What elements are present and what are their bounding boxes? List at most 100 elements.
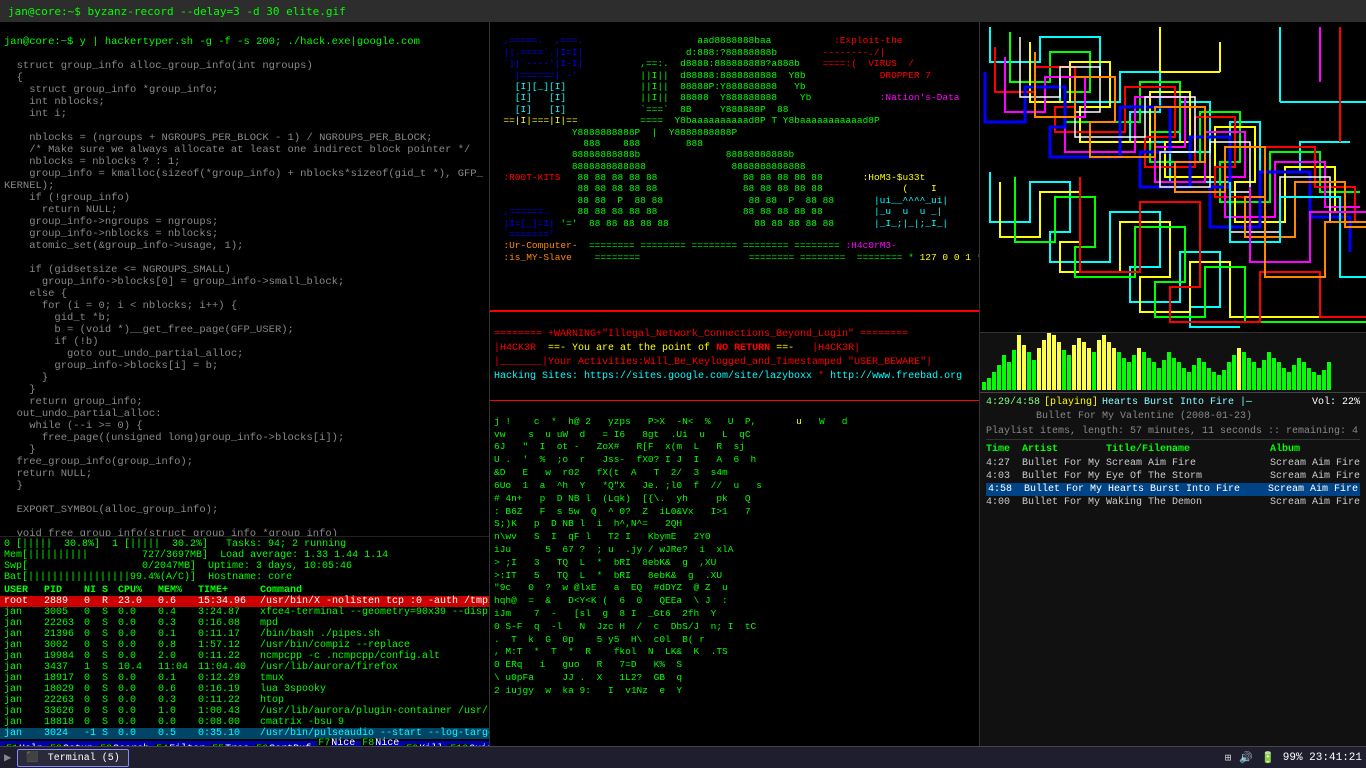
htop-process-row: jan34371S10.411:0411:04.40/usr/lib/auror… [0, 662, 489, 673]
vol-bar [1007, 362, 1011, 390]
now-playing-row: 4:29/4:58 [playing] Hearts Burst Into Fi… [986, 397, 1360, 408]
vol-bar [1282, 368, 1286, 390]
vol-bar [1152, 362, 1156, 390]
vol-bar [1237, 348, 1241, 390]
vol-bar [1067, 355, 1071, 390]
vol-bar [1302, 362, 1306, 390]
vol-bar [1272, 358, 1276, 390]
proc-cpu: 23.0 [118, 596, 156, 607]
terminal-prompt: jan@core:~$ y | hackertyper.sh -g -f -s … [4, 36, 420, 48]
vol-bar [1257, 368, 1261, 390]
track-album: Scream Aim Fire [1270, 458, 1360, 469]
vol-bar [1062, 350, 1066, 390]
vol-bar [1097, 340, 1101, 390]
track-title: Waking The Demon [1106, 497, 1266, 508]
taskbar-terminal[interactable]: ⬛ Terminal (5) [17, 749, 128, 767]
vol-bar [1267, 352, 1271, 390]
vol-bar [1177, 362, 1181, 390]
vol-bar [1192, 365, 1196, 390]
vol-bar [1147, 358, 1151, 390]
vol-bar [1142, 352, 1146, 390]
terminal-display: jan@core:~$ y | hackertyper.sh -g -f -s … [0, 22, 489, 536]
htop-process-row: jan189170S0.00.10:12.29tmux [0, 673, 489, 684]
vol-bar [1297, 358, 1301, 390]
vol-bar [1122, 358, 1126, 390]
htop-process-list: USER PID NI S CPU% MEM% TIME+ Command ro… [0, 585, 489, 739]
vol-bar [1132, 355, 1136, 390]
topbar-title: jan@core:~$ byzanz-record --delay=3 -d 3… [8, 5, 346, 18]
vol-bar [1262, 360, 1266, 390]
col-pid: PID [44, 585, 82, 596]
proc-pid: 2889 [44, 596, 82, 607]
vol-bar [1227, 362, 1231, 390]
track-artist: Bullet For My [1024, 484, 1104, 495]
proc-s: R [102, 596, 116, 607]
vol-bar [1277, 362, 1281, 390]
taskbar-start-icon: ▶ [4, 750, 11, 765]
htop-process-row: jan336260S0.01.01:00.43/usr/lib/aurora/p… [0, 706, 489, 717]
htop-f8[interactable]: F8Nice + [358, 738, 402, 746]
vol-bar [1002, 355, 1006, 390]
col-album: Album [1270, 444, 1360, 455]
htop-panel: 0 [||||| 30.8%] 1 [||||| 30.2%] Tasks: 9… [0, 536, 489, 746]
vol-bar [1187, 372, 1191, 390]
vol-bar [1077, 338, 1081, 390]
htop-bat-bar: Bat[|||||||||||||||||99.4%(A/C)] [4, 572, 196, 583]
htop-f7[interactable]: F7Nice - [314, 738, 358, 746]
vol-bar [1017, 335, 1021, 390]
proc-user: root [4, 596, 42, 607]
vol-bar [1012, 350, 1016, 390]
htop-header-row: USER PID NI S CPU% MEM% TIME+ Command [0, 585, 489, 596]
vol-bar [1047, 332, 1051, 390]
vol-bar [1087, 348, 1091, 390]
next-track-line: Bullet For My Valentine (2008-01-23) [986, 411, 1360, 422]
playlist-info: Playlist items, length: 57 minutes, 11 s… [986, 426, 1360, 440]
vol-bar [1027, 352, 1031, 390]
vol-bar [1162, 360, 1166, 390]
vol-bar [1327, 362, 1331, 390]
htop-process-row: jan188180S0.00.00:08.00cmatrix -bsu 9 [0, 717, 489, 728]
track-title: Scream Aim Fire [1106, 458, 1266, 469]
hack-matrix-display: j ! c * h@ 2 yzps P>X -N< % U P, u W d v… [490, 401, 979, 746]
vol-bar [1127, 362, 1131, 390]
topbar: jan@core:~$ byzanz-record --delay=3 -d 3… [0, 0, 1366, 22]
player-panel: 4:29/4:58 [playing] Hearts Burst Into Fi… [980, 392, 1366, 746]
proc-mem: 0.6 [158, 596, 196, 607]
track-artist: Bullet For My [1022, 471, 1102, 482]
col-user: USER [4, 585, 42, 596]
main-content: jan@core:~$ y | hackertyper.sh -g -f -s … [0, 22, 1366, 746]
col-time: Time [986, 444, 1018, 455]
vol-bar [1032, 360, 1036, 390]
volume-bars-display [980, 332, 1366, 392]
track-album: Scream Aim Fire [1270, 497, 1360, 508]
htop-process-row: jan222630S0.00.30:11.22htop [0, 695, 489, 706]
terminal-code: struct group_info alloc_group_info(int n… [4, 60, 483, 536]
htop-process-row: jan30020S0.00.81:57.12/usr/bin/compiz --… [0, 640, 489, 651]
vol-bar [1102, 335, 1106, 390]
htop-process-row: jan30050S0.00.43:24.87xfce4-terminal --g… [0, 607, 489, 618]
hack-ascii-art: ,=====. ,===. aad8888888baa :Exploit-the… [490, 22, 979, 312]
taskbar-item-label: Terminal (5) [48, 753, 120, 764]
vol-bar [1052, 335, 1056, 390]
vol-bar [992, 372, 996, 390]
vol-bar [1157, 368, 1161, 390]
player-time: 4:29/4:58 [986, 397, 1040, 408]
vol-bar [1222, 370, 1226, 390]
vol-bar [1042, 340, 1046, 390]
systray-volume-icon: 🔊 [1239, 751, 1253, 765]
htop-process-row: jan222630S0.00.30:16.08mpd [0, 618, 489, 629]
vol-bar [1207, 368, 1211, 390]
nmap-art-display [980, 22, 1366, 332]
col-title: Title/Filename [1106, 444, 1266, 455]
vol-bar [1107, 342, 1111, 390]
taskbar-systray-area: ⊞ 🔊 🔋 99% 23:41:21 [1225, 751, 1362, 765]
htop-process-row: jan180290S0.00.60:16.19lua 3spooky [0, 684, 489, 695]
systray-network-icon: ⊞ [1225, 751, 1232, 765]
track-artist: Bullet For My [1022, 497, 1102, 508]
vol-bar [1307, 368, 1311, 390]
taskbar-clock: 99% 23:41:21 [1283, 752, 1362, 764]
vol-bar [1182, 368, 1186, 390]
taskbar-items: ⬛ Terminal (5) [17, 749, 128, 767]
playlist-columns: Time Artist Title/Filename Album [986, 444, 1360, 455]
taskbar: ▶ ⬛ Terminal (5) ⊞ 🔊 🔋 99% 23:41:21 [0, 746, 1366, 768]
